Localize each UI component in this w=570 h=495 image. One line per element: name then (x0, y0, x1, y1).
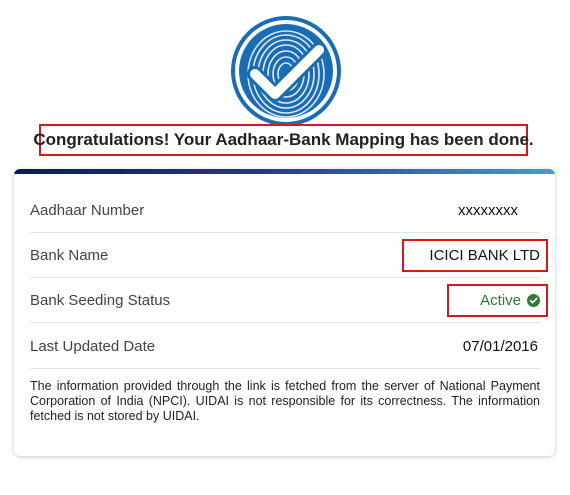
status-badge: Active (480, 291, 521, 309)
bank-name-label: Bank Name (30, 246, 109, 264)
status-highlight: Active (447, 283, 548, 317)
row-bank-seeding-status: Bank Seeding Status Active (30, 278, 548, 323)
bank-name-value: ICICI BANK LTD (429, 246, 540, 264)
row-aadhaar-number: Aadhaar Number xxxxxxxx (30, 188, 540, 233)
fingerprint-check-icon (231, 16, 341, 126)
success-headline: Congratulations! Your Aadhaar-Bank Mappi… (33, 130, 534, 149)
disclaimer-text: The information provided through the lin… (30, 379, 540, 423)
check-circle-icon (527, 293, 540, 307)
details-card: Aadhaar Number xxxxxxxx Bank Name ICICI … (14, 169, 555, 456)
last-updated-date-label: Last Updated Date (30, 337, 156, 355)
aadhaar-number-value: xxxxxxxx (458, 201, 518, 219)
row-last-updated-date: Last Updated Date 07/01/2016 (30, 324, 540, 369)
last-updated-date-value: 07/01/2016 (462, 337, 538, 355)
aadhaar-number-label: Aadhaar Number (30, 201, 145, 219)
bank-seeding-status-label: Bank Seeding Status (30, 291, 171, 309)
bank-name-highlight: ICICI BANK LTD (402, 238, 548, 272)
card-accent-bar (14, 169, 555, 174)
row-bank-name: Bank Name ICICI BANK LTD (30, 233, 548, 278)
page: Congratulations! Your Aadhaar-Bank Mappi… (0, 0, 570, 495)
headline-box: Congratulations! Your Aadhaar-Bank Mappi… (33, 124, 534, 156)
